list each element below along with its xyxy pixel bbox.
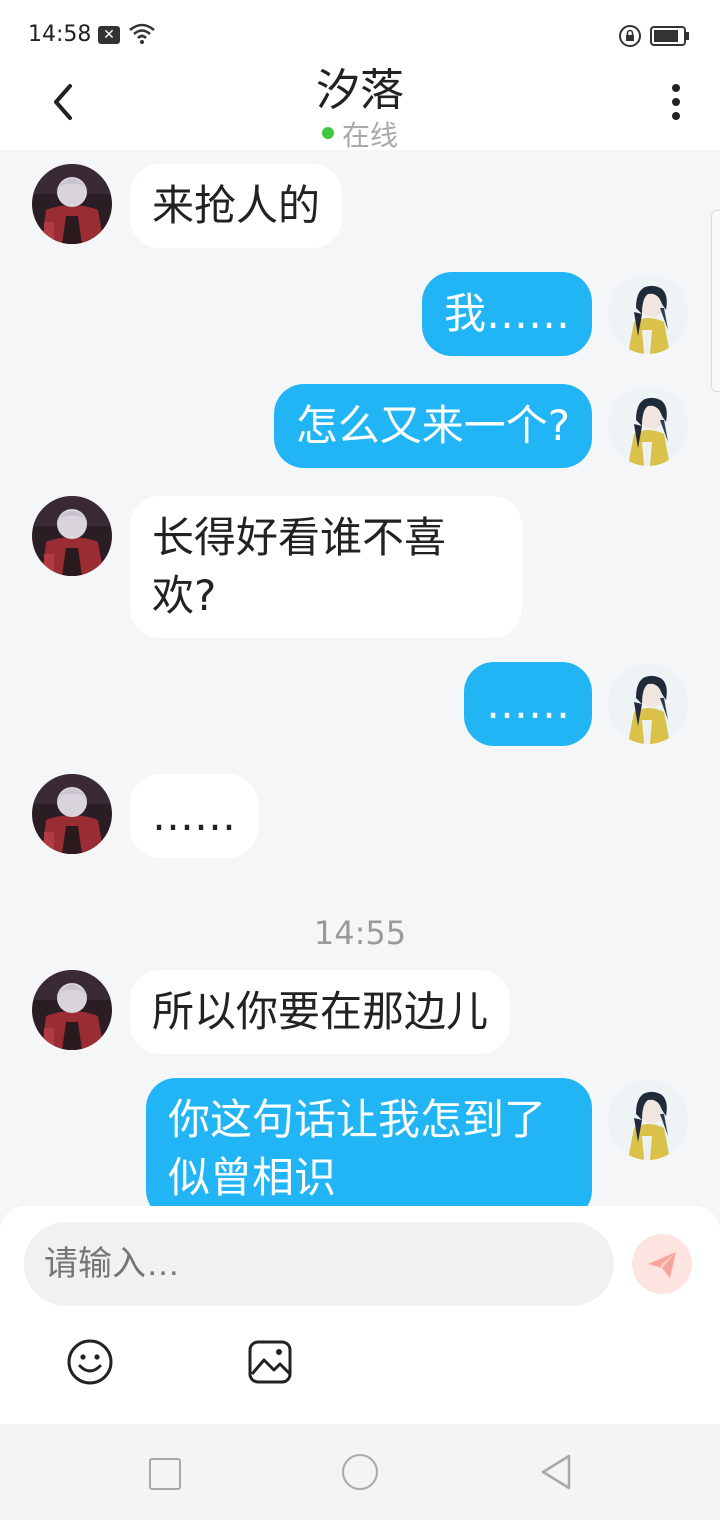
time-separator: 14:55 bbox=[313, 914, 407, 952]
more-vertical-icon bbox=[672, 84, 680, 92]
contact-avatar[interactable] bbox=[32, 496, 112, 576]
message-bubble[interactable]: 怎么又来一个? bbox=[273, 384, 592, 468]
more-dot bbox=[672, 98, 680, 106]
more-dot bbox=[672, 112, 680, 120]
online-status: 在线 bbox=[0, 114, 720, 154]
user-avatar[interactable] bbox=[608, 664, 688, 744]
message-bubble[interactable]: 长得好看谁不喜欢? bbox=[130, 496, 522, 638]
emoji-button[interactable] bbox=[66, 1338, 114, 1390]
message-input[interactable] bbox=[24, 1222, 614, 1306]
rotation-lock-icon bbox=[618, 24, 642, 52]
contact-avatar[interactable] bbox=[32, 774, 112, 854]
notification-badge: ✕ bbox=[98, 26, 120, 44]
online-status-label: 在线 bbox=[341, 119, 398, 152]
more-options-button[interactable] bbox=[660, 80, 692, 124]
system-navigation-bar bbox=[0, 1424, 720, 1520]
triangle-back-icon bbox=[541, 1454, 571, 1490]
contact-avatar[interactable] bbox=[32, 970, 112, 1050]
contact-avatar[interactable] bbox=[32, 164, 112, 244]
chat-header: 14:58 ✕ 汐落 在线 bbox=[0, 0, 720, 152]
battery-icon bbox=[650, 26, 690, 50]
online-dot-icon bbox=[321, 127, 334, 139]
user-avatar[interactable] bbox=[608, 386, 688, 466]
user-avatar[interactable] bbox=[608, 1080, 688, 1160]
message-list[interactable]: 来抢人的 我…… 怎么又来一个? 长得好看谁不喜欢? …… …… 14:55 所… bbox=[0, 150, 720, 1206]
message-bubble[interactable]: 所以你要在那边儿 bbox=[130, 970, 511, 1054]
message-bubble[interactable]: 我…… bbox=[421, 272, 592, 356]
recent-apps-button[interactable] bbox=[149, 1458, 181, 1490]
system-back-button[interactable] bbox=[538, 1452, 574, 1496]
smiley-icon bbox=[67, 1339, 113, 1385]
contact-name: 汐落 bbox=[316, 65, 404, 116]
status-time: 14:58 bbox=[28, 22, 92, 47]
message-bubble[interactable]: …… bbox=[464, 662, 592, 746]
send-button[interactable] bbox=[632, 1234, 692, 1294]
user-avatar[interactable] bbox=[608, 274, 688, 354]
message-bubble[interactable]: 来抢人的 bbox=[130, 164, 343, 248]
image-icon bbox=[248, 1340, 292, 1384]
message-composer bbox=[0, 1206, 720, 1424]
image-button[interactable] bbox=[246, 1338, 294, 1390]
message-bubble[interactable]: 你这句话让我怎到了似曾相识 bbox=[146, 1078, 592, 1206]
paper-plane-icon bbox=[648, 1252, 676, 1278]
wifi-icon bbox=[128, 22, 156, 50]
home-button[interactable] bbox=[342, 1454, 378, 1490]
message-bubble[interactable]: …… bbox=[130, 774, 258, 858]
